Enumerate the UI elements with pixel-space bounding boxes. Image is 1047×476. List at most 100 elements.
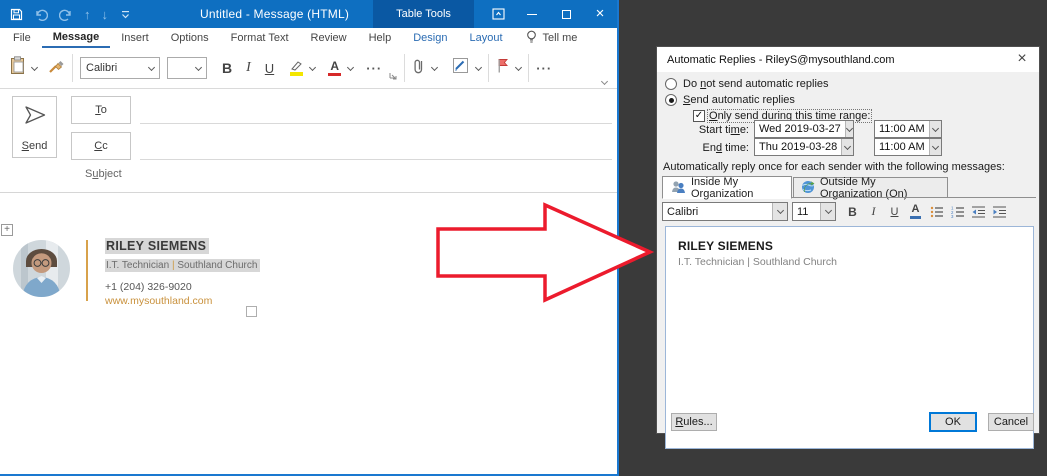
signature-icon[interactable] [452, 57, 469, 79]
redo-icon[interactable] [59, 8, 73, 21]
checkbox-checked-icon[interactable]: ✓ [693, 110, 705, 122]
move-up-icon[interactable]: ↑ [84, 8, 91, 21]
font-color-icon[interactable]: A [328, 60, 341, 77]
tab-design[interactable]: Design [402, 28, 458, 48]
dialog-launcher-icon[interactable] [389, 67, 397, 85]
follow-up-flag-icon[interactable] [496, 58, 509, 79]
chevron-down-icon [841, 139, 853, 155]
collapse-ribbon-icon[interactable] [601, 78, 608, 85]
highlight-dropdown-icon[interactable] [309, 63, 316, 70]
editor-underline-icon[interactable]: U [886, 203, 903, 221]
increase-indent-icon[interactable] [991, 203, 1008, 221]
font-color-dropdown-icon[interactable] [347, 63, 354, 70]
dialog-close-icon[interactable]: × [1013, 50, 1031, 68]
signature-divider [86, 240, 88, 301]
subject-field[interactable]: Subject [85, 168, 122, 180]
attach-file-icon[interactable] [412, 57, 425, 80]
radio-icon[interactable] [665, 78, 677, 90]
to-field[interactable] [140, 123, 612, 124]
tab-inside-my-organization[interactable]: Inside My Organization [662, 176, 792, 199]
ribbon-tab-bar: File Message Insert Options Format Text … [0, 28, 617, 48]
format-painter-icon[interactable] [48, 57, 65, 79]
tab-insert[interactable]: Insert [110, 28, 160, 48]
highlight-icon[interactable] [290, 60, 303, 76]
radio-do-not-send[interactable]: Do not send automatic replies [665, 78, 829, 90]
ribbon-overflow-icon[interactable]: ··· [536, 61, 552, 76]
tab-format-text[interactable]: Format Text [220, 28, 300, 48]
tab-options[interactable]: Options [160, 28, 220, 48]
end-time-dropdown[interactable]: 11:00 AM [874, 138, 942, 156]
cc-field[interactable] [140, 159, 612, 160]
titlebar: ↑ ↓ Untitled - Message (HTML) Table Tool… [0, 0, 617, 28]
tab-review[interactable]: Review [300, 28, 358, 48]
font-size-combo[interactable] [167, 57, 207, 79]
start-time-label: Start time: [687, 124, 749, 136]
move-down-icon[interactable]: ↓ [102, 8, 109, 21]
editor-font-combo[interactable]: Calibri [662, 202, 788, 221]
underline-icon[interactable]: U [265, 61, 274, 76]
tab-outside-my-organization[interactable]: Outside My Organization (On) [793, 177, 948, 198]
signature-website-link[interactable]: www.mysouthland.com [105, 295, 260, 307]
signature-dropdown-icon[interactable] [475, 63, 482, 70]
ok-button[interactable]: OK [929, 412, 977, 432]
tell-me-box[interactable]: Tell me [518, 28, 586, 48]
signature-photo [13, 240, 70, 297]
send-button[interactable]: Send [12, 96, 57, 158]
numbered-list-icon[interactable]: 123 [949, 203, 966, 221]
chevron-down-icon [772, 203, 787, 220]
ribbon-separator [528, 54, 529, 82]
start-time-dropdown[interactable]: 11:00 AM [874, 120, 942, 138]
lightbulb-icon [526, 30, 537, 47]
tab-help[interactable]: Help [358, 28, 403, 48]
table-tools-contextual-tab[interactable]: Table Tools [373, 0, 474, 28]
cancel-button[interactable]: Cancel [988, 413, 1034, 431]
customize-qat-icon[interactable] [121, 10, 130, 19]
save-icon[interactable] [10, 8, 23, 21]
radio-send-replies[interactable]: Send automatic replies [665, 94, 795, 106]
attach-dropdown-icon[interactable] [431, 63, 438, 70]
rules-button[interactable]: Rules... [671, 413, 717, 431]
radio-selected-icon[interactable] [665, 94, 677, 106]
italic-icon[interactable]: I [246, 60, 251, 76]
paste-dropdown-icon[interactable] [31, 63, 38, 70]
to-button[interactable]: To [71, 96, 131, 124]
paste-icon[interactable] [10, 56, 25, 80]
window-controls: × [491, 0, 607, 28]
auto-reply-message-editor[interactable]: RILEY SIEMENS I.T. Technician | Southlan… [665, 226, 1034, 449]
tab-message[interactable]: Message [42, 28, 110, 48]
svg-text:3: 3 [951, 214, 954, 218]
window-title: Untitled - Message (HTML) [200, 0, 349, 28]
editor-signature-job: I.T. Technician | Southland Church [678, 256, 1021, 268]
screen: ↑ ↓ Untitled - Message (HTML) Table Tool… [0, 0, 1047, 476]
editor-toolbar: Calibri 11 B I U A 123 [662, 200, 1036, 223]
table-resize-handle[interactable] [246, 306, 257, 317]
basic-text-overflow-icon[interactable]: ··· [366, 61, 382, 76]
editor-bold-icon[interactable]: B [844, 203, 861, 221]
tab-file[interactable]: File [2, 28, 42, 48]
editor-signature-name: RILEY SIEMENS [678, 239, 1021, 253]
editor-size-combo[interactable]: 11 [792, 202, 836, 221]
bold-icon[interactable]: B [222, 60, 232, 76]
send-label: Send [22, 140, 48, 152]
editor-italic-icon[interactable]: I [865, 203, 882, 221]
signature-name: RILEY SIEMENS [105, 238, 209, 254]
close-button[interactable]: × [593, 7, 607, 21]
chevron-down-icon [845, 121, 853, 137]
decrease-indent-icon[interactable] [970, 203, 987, 221]
maximize-button[interactable] [559, 7, 573, 21]
auto-reply-note: Automatically reply once for each sender… [663, 161, 1005, 173]
tab-layout[interactable]: Layout [458, 28, 513, 48]
minimize-button[interactable] [525, 7, 539, 21]
ribbon-display-options-icon[interactable] [491, 7, 505, 21]
globe-icon [801, 180, 815, 197]
editor-font-color-icon[interactable]: A [907, 203, 924, 221]
dialog-titlebar: Automatic Replies - RileyS@mysouthland.c… [657, 47, 1039, 72]
cc-button[interactable]: Cc [71, 132, 131, 160]
font-name-combo[interactable]: Calibri [80, 57, 160, 79]
undo-icon[interactable] [34, 8, 48, 21]
bullet-list-icon[interactable] [928, 203, 945, 221]
flag-dropdown-icon[interactable] [515, 63, 522, 70]
start-date-dropdown[interactable]: Wed 2019-03-27 [754, 120, 854, 138]
table-move-handle-icon[interactable]: + [1, 224, 13, 236]
end-date-dropdown[interactable]: Thu 2019-03-28 [754, 138, 854, 156]
